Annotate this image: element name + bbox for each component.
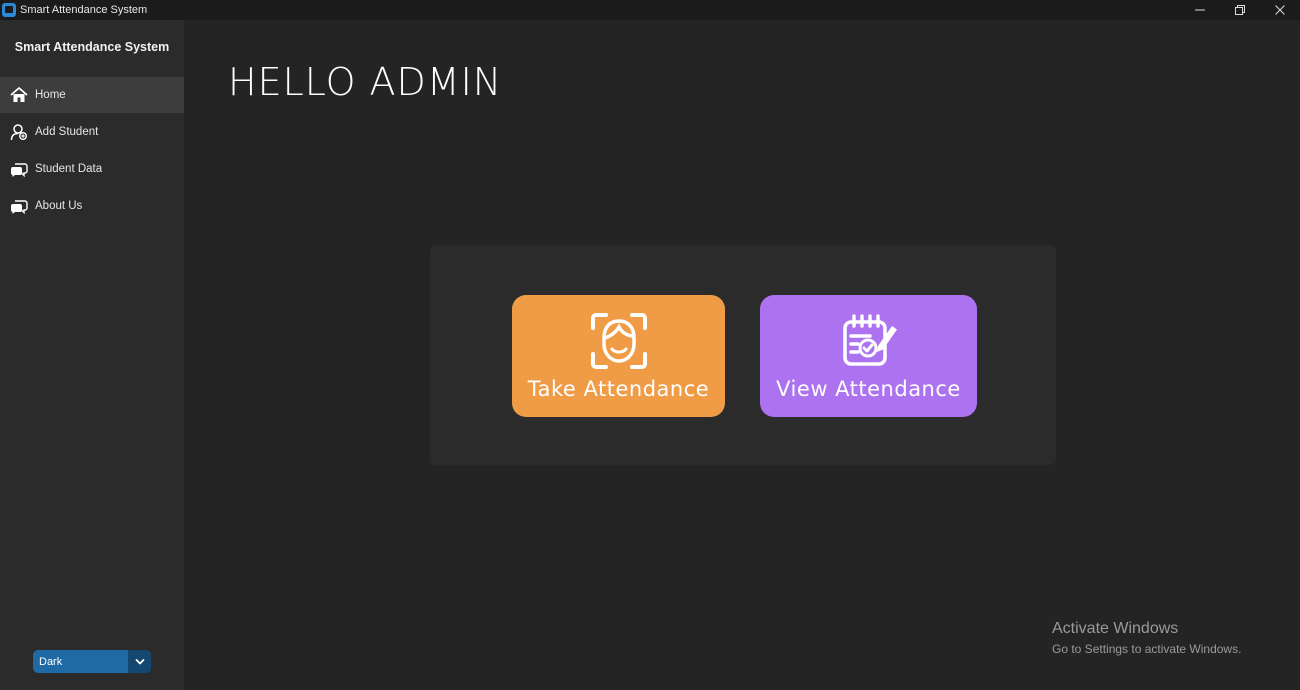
sidebar-item-label: Add Student xyxy=(35,126,99,138)
window-controls xyxy=(1180,0,1300,20)
sidebar: Smart Attendance System Home Add Student… xyxy=(0,20,184,690)
sidebar-brand: Smart Attendance System xyxy=(14,40,170,54)
view-attendance-button[interactable]: View Attendance xyxy=(760,295,977,417)
chat-icon xyxy=(9,196,29,216)
app-icon xyxy=(2,3,16,17)
close-button[interactable] xyxy=(1260,0,1300,20)
home-icon xyxy=(9,85,29,105)
sidebar-item-label: About Us xyxy=(35,200,83,212)
sidebar-item-about-us[interactable]: About Us xyxy=(0,188,184,224)
actions-panel: Take Attendance View Attendance xyxy=(430,245,1056,465)
activation-watermark: Activate Windows Go to Settings to activ… xyxy=(1052,620,1241,656)
view-attendance-label: View Attendance xyxy=(776,377,961,401)
sidebar-item-home[interactable]: Home xyxy=(0,77,184,113)
sidebar-item-add-student[interactable]: Add Student xyxy=(0,114,184,150)
theme-select-value: Dark xyxy=(39,655,63,668)
restore-icon xyxy=(1235,5,1245,15)
close-icon xyxy=(1275,5,1285,15)
chat-icon xyxy=(9,159,29,179)
minimize-icon xyxy=(1195,9,1205,11)
watermark-subtitle: Go to Settings to activate Windows. xyxy=(1052,642,1242,656)
sidebar-item-student-data[interactable]: Student Data xyxy=(0,151,184,187)
chevron-down-icon[interactable] xyxy=(128,650,151,673)
clipboard-check-icon xyxy=(839,311,899,371)
sidebar-item-label: Home xyxy=(35,89,66,101)
minimize-button[interactable] xyxy=(1180,0,1220,20)
window-title: Smart Attendance System xyxy=(20,4,148,16)
take-attendance-label: Take Attendance xyxy=(527,377,710,401)
add-user-icon xyxy=(9,122,29,142)
face-scan-icon xyxy=(589,311,649,371)
page-title: HELLO ADMIN xyxy=(228,60,503,104)
theme-select[interactable]: Dark xyxy=(33,650,151,673)
take-attendance-button[interactable]: Take Attendance xyxy=(512,295,725,417)
sidebar-item-label: Student Data xyxy=(35,163,103,175)
title-bar: Smart Attendance System xyxy=(0,0,1300,20)
restore-button[interactable] xyxy=(1220,0,1260,20)
watermark-title: Activate Windows xyxy=(1052,620,1179,637)
